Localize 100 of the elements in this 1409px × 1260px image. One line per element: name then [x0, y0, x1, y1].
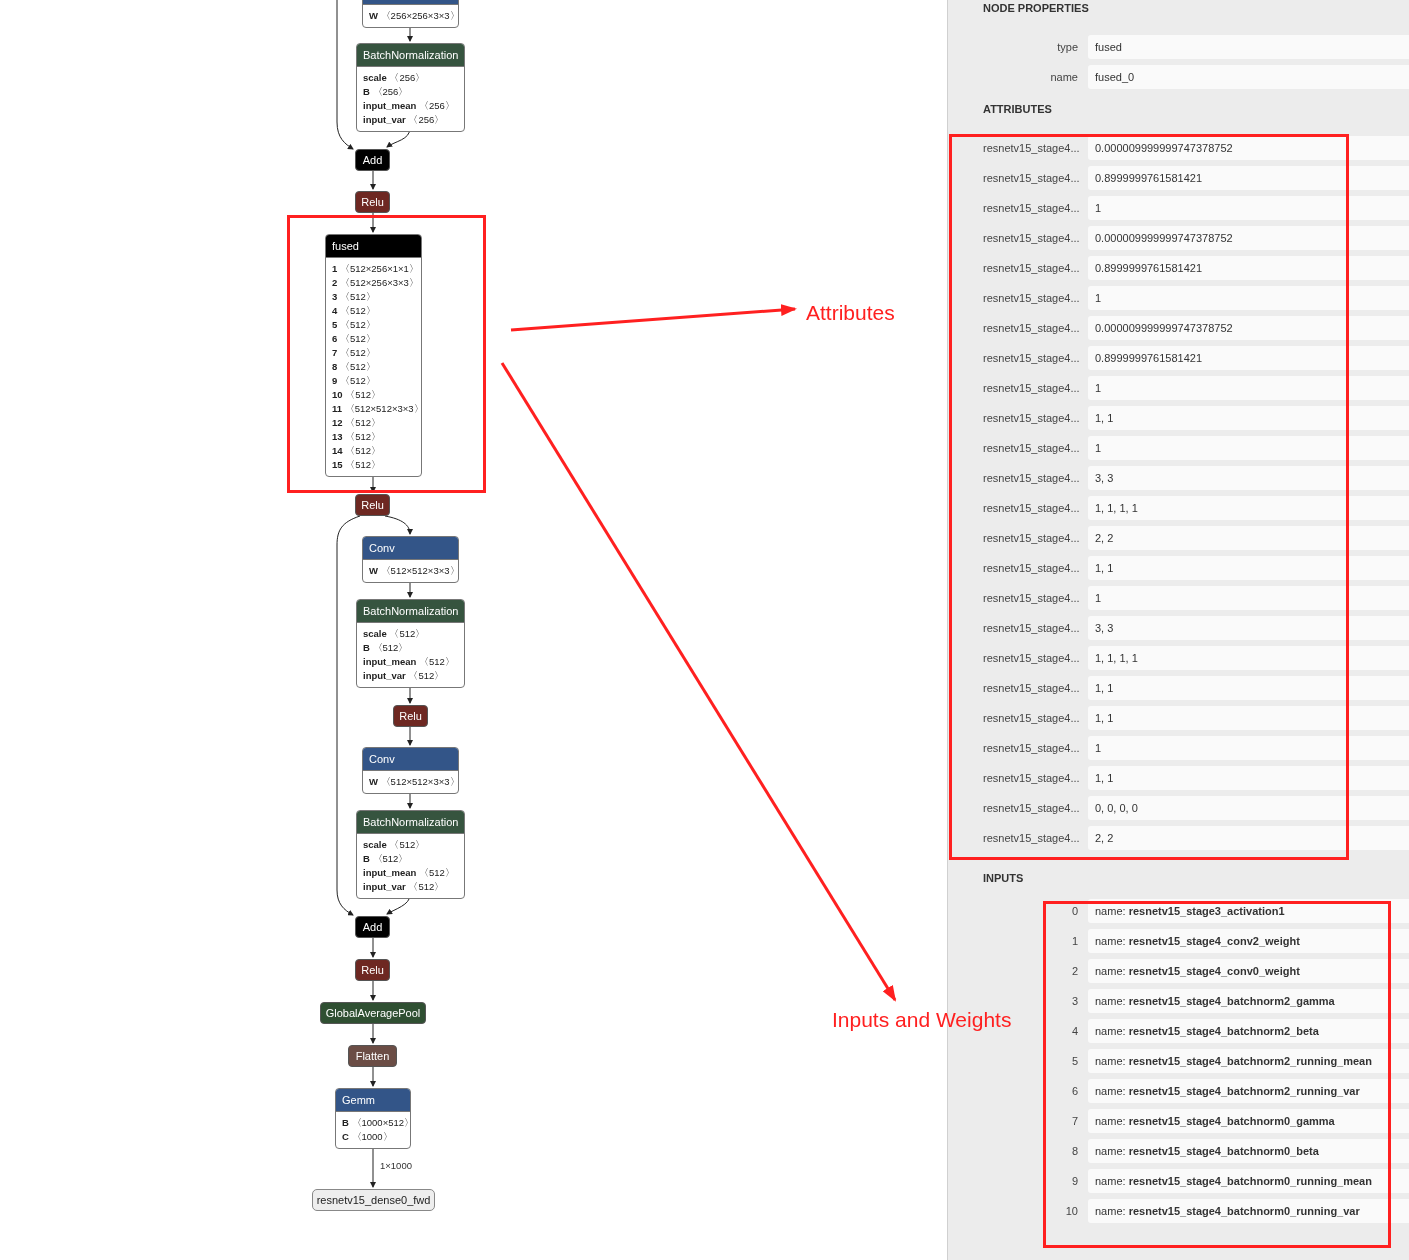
property-label: resnetv15_stage4...	[983, 560, 1078, 576]
node-attribute: input_var 〈512〉	[363, 669, 446, 683]
property-label: resnetv15_stage4...	[983, 500, 1078, 516]
node-attribute: input_mean 〈512〉	[363, 655, 456, 669]
node-attribute: 9 〈512〉	[332, 374, 377, 388]
node-attribute: W 〈256×256×3×3〉	[369, 9, 452, 23]
input-value: name: resnetv15_stage4_batchnorm2_beta	[1088, 1019, 1409, 1043]
graph-node[interactable]: Relu	[355, 191, 390, 213]
attribute-value: 2, 2	[1088, 526, 1409, 550]
attribute-value: 1	[1088, 286, 1409, 310]
node-attribute: 10 〈512〉	[332, 388, 383, 402]
graph-node[interactable]: Conv W 〈512×512×3×3〉	[362, 536, 459, 583]
graph-node[interactable]: GlobalAveragePool	[320, 1002, 426, 1024]
attribute-value: 1	[1088, 196, 1409, 220]
property-label: 7	[1070, 1113, 1078, 1129]
attribute-value: 1, 1	[1088, 406, 1409, 430]
property-label: 1	[1070, 933, 1078, 949]
graph-node[interactable]: Conv W 〈512×512×3×3〉	[362, 747, 459, 794]
attribute-value: 0.000009999999747378752	[1088, 136, 1409, 160]
node-attribute: 14 〈512〉	[332, 444, 383, 458]
node-header: Conv	[363, 537, 458, 559]
attribute-value: 1, 1, 1, 1	[1088, 496, 1409, 520]
graph-node[interactable]: Relu	[355, 959, 390, 981]
graph-node[interactable]: W 〈256×256×3×3〉	[362, 0, 459, 28]
property-label: resnetv15_stage4...	[983, 440, 1078, 456]
attribute-value: 3, 3	[1088, 466, 1409, 490]
output-node[interactable]: resnetv15_dense0_fwd	[312, 1189, 435, 1211]
property-label: resnetv15_stage4...	[983, 350, 1078, 366]
attribute-value: 1, 1	[1088, 766, 1409, 790]
node-attribute: 6 〈512〉	[332, 332, 377, 346]
node-attribute: B 〈512〉	[363, 852, 410, 866]
node-attribute: input_mean 〈512〉	[363, 866, 456, 880]
graph-node[interactable]: Relu	[355, 494, 390, 516]
node-attribute: input_var 〈512〉	[363, 880, 446, 894]
property-label: 6	[1070, 1083, 1078, 1099]
attribute-value: 1, 1	[1088, 676, 1409, 700]
property-label: name	[1049, 69, 1078, 85]
graph-node[interactable]: fused 1 〈512×256×1×1〉 2 〈512×256×3×3〉 3 〈512〉 4 〈512〉 5 〈512〉 6 〈512〉 7 〈512〉 8 〈512〉 9 〈512〉 10 〈512〉 11 〈512×512×3×3〉 12 〈512〉 13 〈512〉 14 〈512〉 15 〈512〉	[325, 234, 422, 477]
property-label: 10	[1064, 1203, 1078, 1219]
node-attribute: 1 〈512×256×1×1〉	[332, 262, 415, 276]
property-label: 5	[1070, 1053, 1078, 1069]
property-label: resnetv15_stage4...	[983, 200, 1078, 216]
property-label: 2	[1070, 963, 1078, 979]
input-value: name: resnetv15_stage4_batchnorm2_running_mean	[1088, 1049, 1409, 1073]
property-label: resnetv15_stage4...	[983, 410, 1078, 426]
input-value: name: resnetv15_stage4_batchnorm2_gamma	[1088, 989, 1409, 1013]
node-header: fused	[326, 235, 421, 257]
input-value: name: resnetv15_stage4_conv0_weight	[1088, 959, 1409, 983]
section-title: ATTRIBUTES	[983, 102, 1053, 117]
node-attribute: 8 〈512〉	[332, 360, 377, 374]
property-label: 0	[1070, 903, 1078, 919]
node-attribute: scale 〈512〉	[363, 838, 427, 852]
graph-node[interactable]: BatchNormalization scale 〈512〉 B 〈512〉 input_mean 〈512〉 input_var 〈512〉	[356, 599, 465, 688]
node-attribute: 7 〈512〉	[332, 346, 377, 360]
attribute-value: 1	[1088, 436, 1409, 460]
property-label: resnetv15_stage4...	[983, 230, 1078, 246]
attribute-value: 0.8999999761581421	[1088, 166, 1409, 190]
property-label: resnetv15_stage4...	[983, 770, 1078, 786]
edge-arrow	[370, 980, 376, 1001]
property-value: fused_0	[1088, 65, 1409, 89]
property-value: fused	[1088, 35, 1409, 59]
node-attribute: 12 〈512〉	[332, 416, 383, 430]
node-attribute: 13 〈512〉	[332, 430, 383, 444]
graph-node[interactable]: BatchNormalization scale 〈256〉 B 〈256〉 input_mean 〈256〉 input_var 〈256〉	[356, 43, 465, 132]
property-label: resnetv15_stage4...	[983, 680, 1078, 696]
annotation-label: Inputs and Weights	[832, 1007, 1012, 1033]
attribute-value: 0.000009999999747378752	[1088, 316, 1409, 340]
attribute-value: 1	[1088, 376, 1409, 400]
graph-node[interactable]: Gemm B 〈1000×512〉 C 〈1000〉	[335, 1088, 411, 1149]
node-header: BatchNormalization	[357, 44, 464, 66]
node-attribute: 5 〈512〉	[332, 318, 377, 332]
attribute-value: 0.8999999761581421	[1088, 256, 1409, 280]
input-value: name: resnetv15_stage4_conv2_weight	[1088, 929, 1409, 953]
attribute-value: 3, 3	[1088, 616, 1409, 640]
property-label: 3	[1070, 993, 1078, 1009]
edge-arrow	[370, 170, 376, 190]
graph-node[interactable]: Relu	[393, 705, 428, 727]
property-label: 9	[1070, 1173, 1078, 1189]
node-header: Conv	[363, 748, 458, 770]
property-label: resnetv15_stage4...	[983, 380, 1078, 396]
property-label: resnetv15_stage4...	[983, 320, 1078, 336]
node-attribute: input_mean 〈256〉	[363, 99, 456, 113]
edge-arrow	[370, 212, 376, 233]
edge-label: 1×1000	[380, 1159, 412, 1173]
node-header: BatchNormalization	[357, 600, 464, 622]
property-label: resnetv15_stage4...	[983, 260, 1078, 276]
attribute-value: 1	[1088, 736, 1409, 760]
graph-node[interactable]: Add	[355, 149, 390, 171]
property-label: resnetv15_stage4...	[983, 650, 1078, 666]
graph-node[interactable]: Add	[355, 916, 390, 938]
attribute-value: 1, 1	[1088, 556, 1409, 580]
attribute-value: 1, 1	[1088, 706, 1409, 730]
annotation-label: Attributes	[806, 300, 895, 326]
attribute-value: 0.8999999761581421	[1088, 346, 1409, 370]
property-label: resnetv15_stage4...	[983, 800, 1078, 816]
graph-node[interactable]: BatchNormalization scale 〈512〉 B 〈512〉 input_mean 〈512〉 input_var 〈512〉	[356, 810, 465, 899]
property-label: resnetv15_stage4...	[983, 620, 1078, 636]
node-attribute: 3 〈512〉	[332, 290, 377, 304]
graph-node[interactable]: Flatten	[348, 1045, 397, 1067]
input-value: name: resnetv15_stage4_batchnorm2_running_var	[1088, 1079, 1409, 1103]
